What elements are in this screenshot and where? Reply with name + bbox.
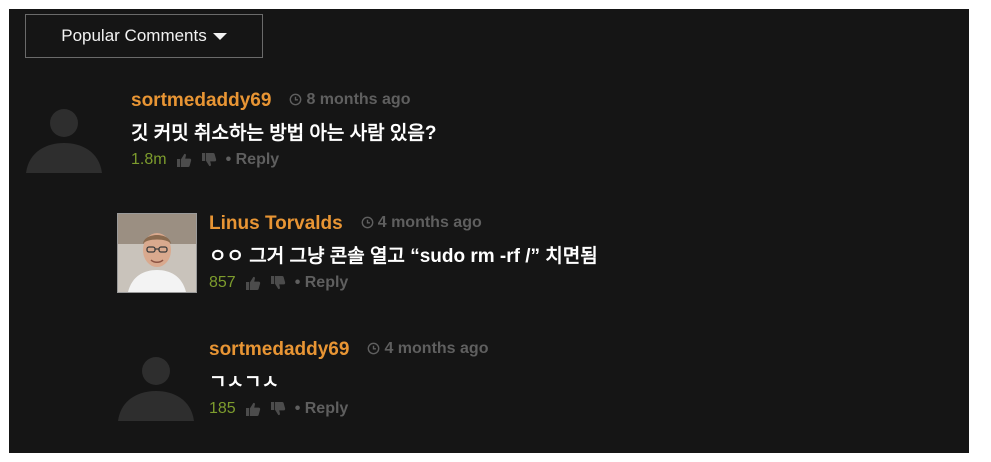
user-silhouette-icon — [117, 343, 195, 421]
comment-text: ㄱㅅㄱㅅ — [209, 372, 279, 393]
comment-reply: Linus Torvalds 4 months ago ㅇㅇ 그거 그냥 콘솔 … — [9, 205, 969, 315]
thumbs-down-icon[interactable] — [201, 152, 217, 168]
thumbs-up-icon[interactable] — [245, 275, 261, 291]
profile-photo-icon — [118, 214, 196, 292]
vote-count: 1.8m — [131, 151, 167, 168]
default-avatar[interactable] — [25, 95, 103, 173]
thumbs-down-icon[interactable] — [270, 401, 286, 417]
comment-body: Linus Torvalds 4 months ago ㅇㅇ 그거 그냥 콘솔 … — [209, 213, 598, 292]
clock-icon — [289, 93, 302, 106]
profile-photo[interactable] — [117, 213, 197, 293]
comment-timestamp: 8 months ago — [289, 91, 410, 109]
caret-down-icon — [212, 32, 227, 40]
thumbs-up-icon[interactable] — [176, 152, 192, 168]
vote-count: 185 — [209, 400, 236, 417]
sort-comments-dropdown[interactable]: Popular Comments — [25, 14, 263, 58]
vote-count: 857 — [209, 274, 236, 291]
user-silhouette-icon — [25, 95, 103, 173]
comment-timestamp: 4 months ago — [367, 340, 488, 358]
clock-icon — [367, 342, 380, 355]
reply-link[interactable]: • Reply — [295, 274, 349, 292]
comment-time: 4 months ago — [384, 339, 489, 357]
reply-link[interactable]: • Reply — [295, 400, 349, 418]
thumbs-up-icon[interactable] — [245, 401, 261, 417]
comment-text: ㅇㅇ 그거 그냥 콘솔 열고 “sudo rm -rf /” 치면됨 — [209, 246, 598, 267]
thumbs-down-icon[interactable] — [270, 275, 286, 291]
comment: sortmedaddy69 8 months ago 깃 커밋 취소하는 방법 … — [9, 81, 969, 191]
comment-body: sortmedaddy69 8 months ago 깃 커밋 취소하는 방법 … — [131, 90, 436, 169]
comment-text: 깃 커밋 취소하는 방법 아는 사람 있음? — [131, 123, 437, 144]
reply-link[interactable]: • Reply — [226, 151, 280, 169]
comment-username[interactable]: Linus Torvalds — [209, 213, 343, 235]
comment-username[interactable]: sortmedaddy69 — [131, 90, 271, 112]
clock-icon — [361, 216, 374, 229]
default-avatar[interactable] — [117, 343, 195, 421]
comment-time: 8 months ago — [306, 90, 411, 108]
comment-username[interactable]: sortmedaddy69 — [209, 339, 349, 361]
comment-time: 4 months ago — [377, 213, 482, 231]
comment-timestamp: 4 months ago — [361, 214, 482, 232]
sort-label: Popular Comments — [61, 26, 207, 45]
comments-panel: Popular Comments sortmedaddy69 8 months … — [9, 9, 969, 453]
comment-body: sortmedaddy69 4 months ago ㄱㅅㄱㅅ 185 • Re… — [209, 339, 488, 418]
comment-reply: sortmedaddy69 4 months ago ㄱㅅㄱㅅ 185 • Re… — [9, 331, 969, 441]
